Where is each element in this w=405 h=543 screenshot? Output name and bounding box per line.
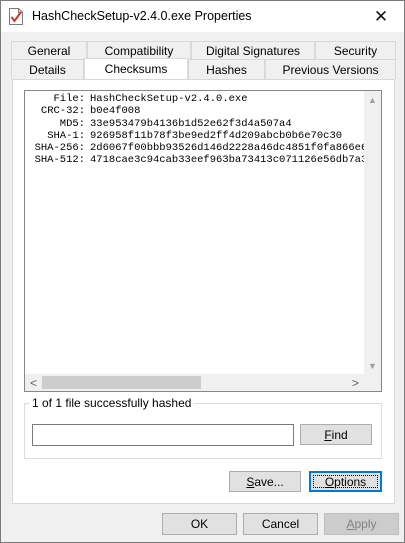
scroll-right-arrow-icon[interactable]: >: [347, 374, 364, 391]
checksum-list[interactable]: File: HashCheckSetup-v2.4.0.exe CRC-32: b0…: [25, 93, 364, 374]
tab-label: Details: [29, 62, 66, 77]
tab-security[interactable]: Security: [315, 41, 396, 59]
checksum-label: File:: [53, 93, 85, 105]
find-button-label: Find: [324, 427, 348, 442]
close-button[interactable]: ✕: [358, 1, 404, 32]
checksum-label: SHA-512:: [34, 154, 85, 167]
options-button-label: Options: [324, 474, 367, 489]
ok-button-label: OK: [190, 517, 209, 531]
find-input[interactable]: [32, 424, 294, 446]
window-title: HashCheckSetup-v2.4.0.exe Properties: [32, 9, 252, 23]
checksum-label: MD5:: [59, 117, 85, 130]
save-button[interactable]: Save...: [229, 471, 301, 492]
tab-general[interactable]: General: [11, 41, 87, 59]
cancel-button[interactable]: Cancel: [243, 513, 318, 535]
properties-dialog: HashCheckSetup-v2.4.0.exe Properties ✕ G…: [0, 0, 405, 543]
tab-label: Compatibility: [104, 43, 174, 58]
find-button[interactable]: Find: [300, 424, 372, 445]
vertical-scrollbar[interactable]: ▲ ▼: [364, 91, 381, 374]
tab-previous-versions[interactable]: Previous Versions: [265, 59, 396, 79]
save-button-label: Save...: [246, 474, 284, 489]
tab-compatibility[interactable]: Compatibility: [87, 41, 191, 59]
status-text: 1 of 1 file successfully hashed: [29, 396, 195, 410]
find-groupbox: 1 of 1 file successfully hashed Find: [24, 396, 382, 459]
apply-button[interactable]: Apply: [324, 513, 399, 535]
cancel-button-label: Cancel: [261, 517, 300, 531]
checksum-results-box[interactable]: File: HashCheckSetup-v2.4.0.exe CRC-32: b0…: [24, 90, 382, 392]
horizontal-scroll-thumb[interactable]: [42, 376, 201, 389]
tab-label: Hashes: [206, 62, 247, 77]
checksum-value: 2d6067f00bbb93526d146d2228a46dc4851f0fa8…: [90, 142, 364, 155]
checksum-label: SHA-256:: [34, 142, 85, 155]
checksum-value: HashCheckSetup-v2.4.0.exe: [90, 93, 248, 105]
checksum-row-crc32: CRC-32: b0e4f008: [25, 105, 364, 117]
checksum-row-sha1: SHA-1: 926958f11b78f3be9ed2ff4d209abcb0b6…: [25, 130, 364, 142]
checksum-row-sha256: SHA-256: 2d6067f00bbb93526d146d2228a46dc4…: [25, 142, 364, 154]
tab-checksums[interactable]: Checksums: [84, 58, 188, 79]
options-button[interactable]: Options: [309, 471, 382, 492]
scroll-up-arrow-icon[interactable]: ▲: [364, 91, 381, 108]
checksum-value: 926958f11b78f3be9ed2ff4d209abcb0b6e70c30: [90, 129, 343, 142]
checksum-value: 33e953479b4136b1d52e62f3d4a507a4: [90, 117, 292, 130]
checksum-row-md5: MD5: 33e953479b4136b1d52e62f3d4a507a4: [25, 118, 364, 130]
tab-label: General: [27, 43, 71, 58]
scrollbar-corner: [364, 374, 381, 391]
scroll-down-arrow-icon[interactable]: ▼: [364, 357, 381, 374]
checksum-label: SHA-1:: [47, 129, 85, 142]
document-check-icon: [9, 8, 23, 25]
tab-details[interactable]: Details: [11, 59, 84, 79]
close-icon: ✕: [373, 6, 389, 26]
horizontal-scrollbar[interactable]: < >: [25, 374, 364, 391]
apply-button-label: Apply: [346, 517, 377, 531]
checksum-value: 4718cae3c94cab33eef963ba73413c071126e56d…: [90, 154, 364, 167]
tab-label: Security: [333, 43, 378, 58]
checksum-row-file: File: HashCheckSetup-v2.4.0.exe: [25, 93, 364, 105]
tab-label: Previous Versions: [282, 62, 379, 77]
checksum-label: CRC-32:: [40, 105, 85, 118]
tab-label: Digital Signatures: [205, 43, 301, 58]
title-bar[interactable]: HashCheckSetup-v2.4.0.exe Properties ✕: [1, 1, 404, 32]
checksum-value: b0e4f008: [90, 105, 141, 118]
tab-label: Checksums: [104, 62, 168, 76]
scroll-left-arrow-icon[interactable]: <: [25, 374, 42, 391]
checksum-row-sha512: SHA-512: 4718cae3c94cab33eef963ba73413c07…: [25, 154, 364, 166]
ok-button[interactable]: OK: [162, 513, 237, 535]
tab-hashes[interactable]: Hashes: [188, 59, 265, 79]
tab-digital-signatures[interactable]: Digital Signatures: [191, 41, 315, 59]
checksums-panel: File: HashCheckSetup-v2.4.0.exe CRC-32: b0…: [12, 79, 395, 504]
